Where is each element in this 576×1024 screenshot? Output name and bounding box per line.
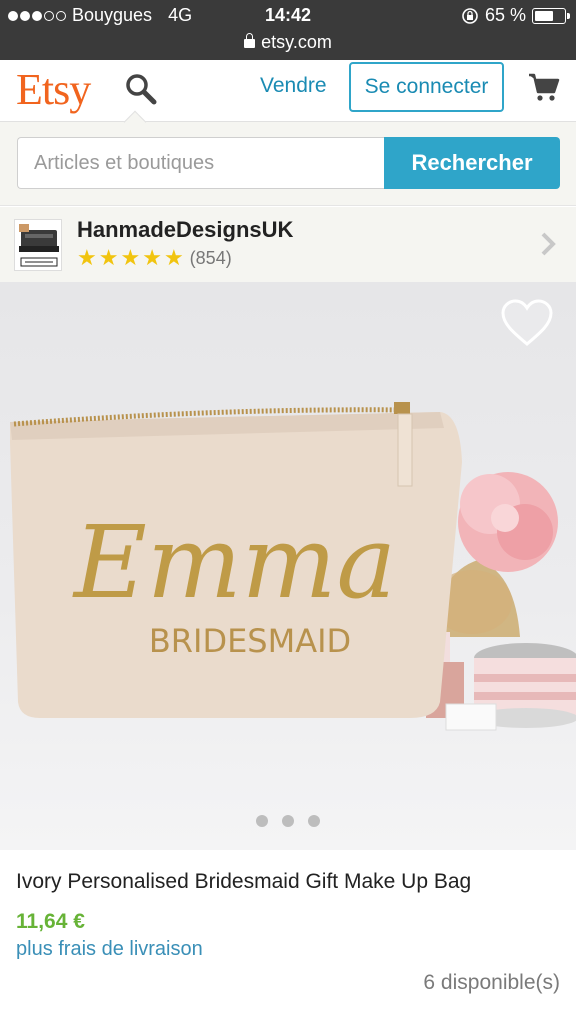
favorite-heart-icon[interactable] <box>500 298 554 348</box>
chevron-right-icon[interactable] <box>538 231 558 257</box>
search-icon[interactable] <box>124 72 158 106</box>
pager-dot[interactable] <box>282 815 294 827</box>
status-bar: Bouygues 4G 14:42 65 % etsy.com <box>0 0 576 60</box>
address-bar[interactable]: etsy.com <box>0 32 576 53</box>
cart-icon[interactable] <box>527 70 561 104</box>
shop-rating: ★ ★ ★ ★ ★ (854) <box>77 247 232 269</box>
sell-link[interactable]: Vendre <box>260 74 327 98</box>
shop-avatar <box>14 219 62 271</box>
product-info: Ivory Personalised Bridesmaid Gift Make … <box>0 850 576 1024</box>
url-text: etsy.com <box>261 32 332 52</box>
battery-info: 65 % <box>461 5 570 26</box>
product-price: 11,64 € <box>16 910 85 933</box>
search-button[interactable]: Rechercher <box>384 137 560 189</box>
shop-name[interactable]: HanmadeDesignsUK <box>77 217 293 243</box>
pager-dot[interactable] <box>256 815 268 827</box>
battery-percent: 65 % <box>484 5 526 25</box>
stock-availability: 6 disponible(s) <box>423 971 560 994</box>
search-input[interactable] <box>17 137 385 189</box>
star-icon: ★ <box>163 245 184 270</box>
product-title: Ivory Personalised Bridesmaid Gift Make … <box>16 870 472 893</box>
bag-print-name: Emma <box>72 504 396 621</box>
shop-header[interactable]: HanmadeDesignsUK ★ ★ ★ ★ ★ (854) <box>0 207 576 282</box>
star-icon: ★ <box>98 245 119 270</box>
pager-dot[interactable] <box>308 815 320 827</box>
star-icon: ★ <box>142 245 162 270</box>
sign-in-button[interactable]: Se connecter <box>349 62 504 112</box>
star-icon: ★ <box>120 245 141 270</box>
site-header: Etsy Vendre Se connecter <box>0 60 576 122</box>
orientation-lock-icon <box>462 7 478 24</box>
review-count: (854) <box>189 247 232 268</box>
bag-print-role: BRIDESMAID <box>149 622 351 660</box>
search-bar: Rechercher <box>0 122 576 206</box>
shipping-link[interactable]: plus frais de livraison <box>16 938 203 961</box>
product-image[interactable]: Emma BRIDESMAID <box>0 282 576 850</box>
product-photo-illustration: Emma BRIDESMAID <box>10 402 576 731</box>
star-icon: ★ <box>77 245 97 270</box>
gallery-pager <box>0 815 576 827</box>
lock-icon <box>244 33 256 48</box>
battery-icon <box>532 7 570 24</box>
etsy-logo[interactable]: Etsy <box>16 64 91 115</box>
